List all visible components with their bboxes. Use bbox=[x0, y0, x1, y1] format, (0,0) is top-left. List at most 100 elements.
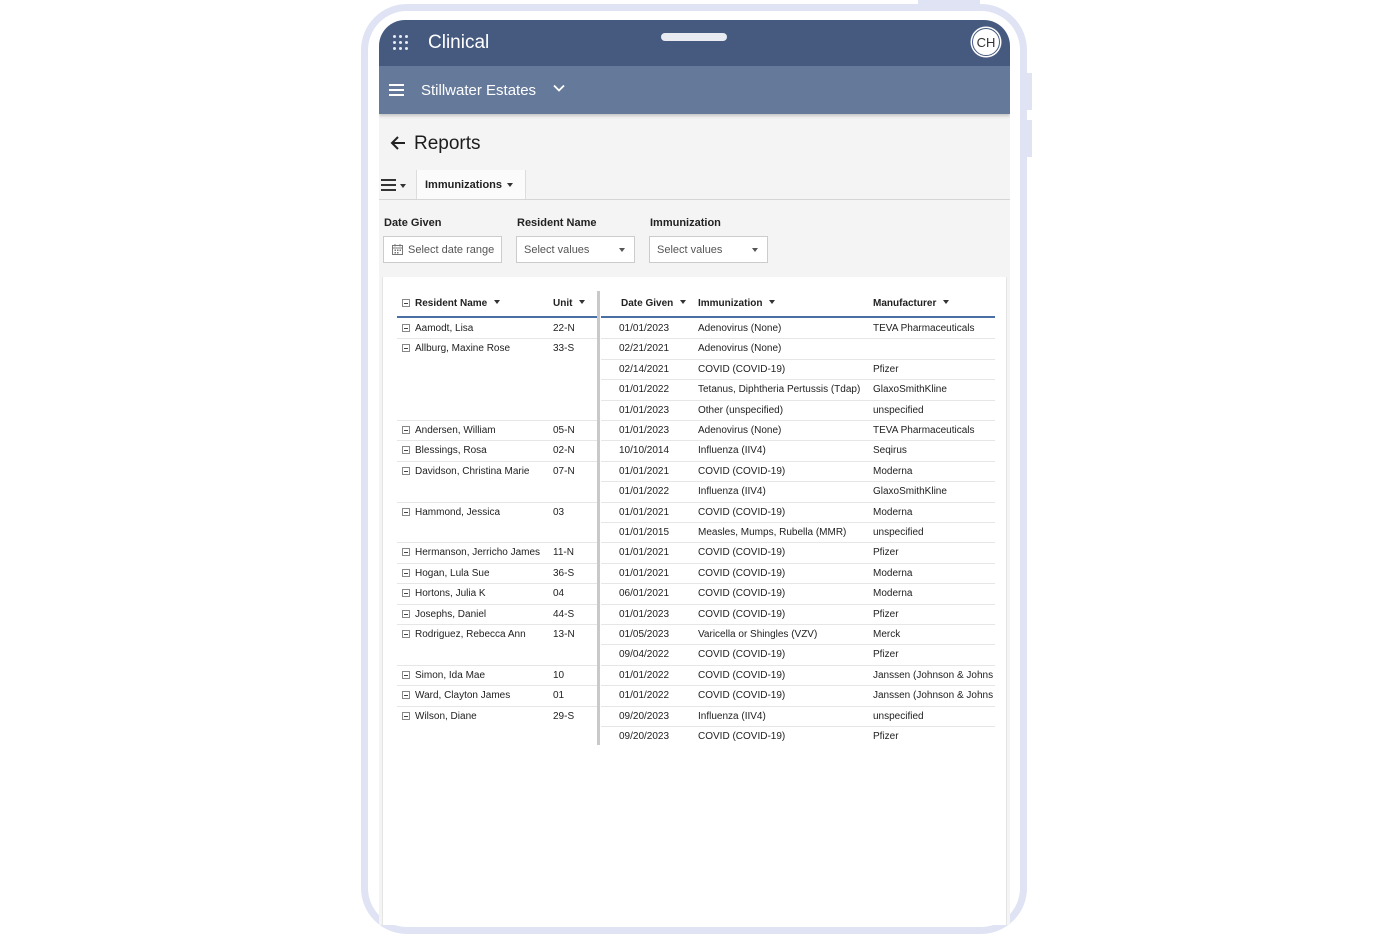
collapse-row-icon[interactable] bbox=[402, 324, 410, 332]
immunization-placeholder: Select values bbox=[657, 244, 723, 256]
cell-immunization: COVID (COVID-19) bbox=[698, 568, 786, 579]
facility-selector[interactable]: Stillwater Estates bbox=[421, 82, 536, 99]
cell-date-given: 01/01/2021 bbox=[619, 507, 670, 518]
cell-immunization: COVID (COVID-19) bbox=[698, 507, 786, 518]
caret-down-icon bbox=[752, 248, 758, 252]
cell-manufacturer: Moderna bbox=[873, 588, 913, 599]
collapse-row-icon[interactable] bbox=[402, 630, 410, 638]
cell-immunization: COVID (COVID-19) bbox=[698, 609, 786, 620]
cell-unit: 36-S bbox=[553, 568, 575, 579]
row-divider bbox=[601, 338, 995, 339]
cell-date-given: 01/01/2021 bbox=[619, 568, 670, 579]
report-menu-button[interactable] bbox=[379, 178, 409, 192]
cell-immunization: Measles, Mumps, Rubella (MMR) bbox=[698, 527, 847, 538]
cell-resident-name: Allburg, Maxine Rose bbox=[415, 343, 511, 354]
collapse-row-icon[interactable] bbox=[402, 589, 410, 597]
row-divider bbox=[601, 685, 995, 686]
collapse-row-icon[interactable] bbox=[402, 712, 410, 720]
collapse-row-icon[interactable] bbox=[402, 446, 410, 454]
collapse-row-icon[interactable] bbox=[402, 569, 410, 577]
cell-immunization: COVID (COVID-19) bbox=[698, 731, 786, 742]
collapse-row-icon[interactable] bbox=[402, 691, 410, 699]
header-underline-right bbox=[601, 316, 995, 318]
collapse-all-icon[interactable] bbox=[402, 299, 410, 307]
tablet-top-button bbox=[918, 0, 980, 4]
cell-resident-name: Ward, Clayton James bbox=[415, 690, 511, 701]
cell-immunization: COVID (COVID-19) bbox=[698, 690, 786, 701]
back-arrow-icon[interactable] bbox=[389, 134, 407, 152]
row-divider bbox=[601, 644, 995, 645]
group-divider bbox=[397, 706, 597, 707]
row-divider bbox=[601, 583, 995, 584]
cell-unit: 07-N bbox=[553, 466, 575, 477]
row-divider bbox=[601, 461, 995, 462]
cell-immunization: Adenovirus (None) bbox=[698, 323, 782, 334]
cell-manufacturer: unspecified bbox=[873, 527, 924, 538]
cell-date-given: 06/01/2021 bbox=[619, 588, 670, 599]
cell-resident-name: Blessings, Rosa bbox=[415, 445, 487, 456]
column-header-manufacturer[interactable]: Manufacturer bbox=[873, 298, 950, 309]
row-divider bbox=[601, 624, 995, 625]
cell-immunization: COVID (COVID-19) bbox=[698, 670, 786, 681]
group-divider bbox=[397, 624, 597, 625]
date-range-picker[interactable]: Select date range bbox=[383, 236, 502, 263]
row-divider bbox=[601, 359, 995, 360]
column-header-unit[interactable]: Unit bbox=[553, 298, 586, 309]
cell-unit: 11-N bbox=[553, 547, 574, 558]
chevron-down-icon[interactable] bbox=[552, 81, 566, 95]
sort-caret-icon bbox=[579, 300, 586, 304]
column-header-immunization[interactable]: Immunization bbox=[698, 298, 776, 309]
row-divider bbox=[601, 542, 995, 543]
cell-unit: 04 bbox=[553, 588, 565, 599]
row-divider bbox=[601, 481, 995, 482]
column-header-resident-name[interactable]: Resident Name bbox=[415, 298, 501, 309]
cell-date-given: 01/01/2023 bbox=[619, 609, 670, 620]
frozen-column-splitter[interactable] bbox=[597, 291, 600, 745]
cell-date-given: 01/01/2021 bbox=[619, 547, 670, 558]
column-header-date-given[interactable]: Date Given bbox=[621, 298, 687, 309]
cell-date-given: 01/01/2023 bbox=[619, 323, 670, 334]
menu-icon[interactable] bbox=[389, 84, 404, 96]
resident-name-select[interactable]: Select values bbox=[516, 236, 635, 263]
collapse-row-icon[interactable] bbox=[402, 671, 410, 679]
collapse-row-icon[interactable] bbox=[402, 467, 410, 475]
cell-date-given: 01/01/2022 bbox=[619, 384, 670, 395]
cell-manufacturer: unspecified bbox=[873, 405, 924, 416]
cell-immunization: Influenza (IIV4) bbox=[698, 445, 766, 456]
collapse-row-icon[interactable] bbox=[402, 426, 410, 434]
group-divider bbox=[397, 583, 597, 584]
cell-manufacturer: Janssen (Johnson & Johns bbox=[873, 690, 994, 701]
camera-notch bbox=[661, 33, 727, 41]
user-avatar[interactable]: CH bbox=[972, 28, 1000, 56]
filter-label-resident-name: Resident Name bbox=[517, 217, 597, 229]
cell-manufacturer: Pfizer bbox=[873, 547, 899, 558]
immunization-select[interactable]: Select values bbox=[649, 236, 768, 263]
collapse-row-icon[interactable] bbox=[402, 508, 410, 516]
row-divider bbox=[601, 440, 995, 441]
group-divider bbox=[397, 685, 597, 686]
row-divider bbox=[601, 726, 995, 727]
tab-immunizations[interactable]: Immunizations bbox=[416, 170, 526, 199]
cell-manufacturer: unspecified bbox=[873, 711, 924, 722]
cell-date-given: 09/20/2023 bbox=[619, 731, 670, 742]
facility-bar: Stillwater Estates bbox=[379, 66, 1010, 114]
cell-manufacturer: TEVA Pharmaceuticals bbox=[873, 323, 975, 334]
column-header-resident-name-label: Resident Name bbox=[415, 298, 488, 309]
cell-manufacturer: GlaxoSmithKline bbox=[873, 384, 947, 395]
filter-label-date-given: Date Given bbox=[384, 217, 442, 229]
cell-immunization: Tetanus, Diphtheria Pertussis (Tdap) bbox=[698, 384, 861, 395]
caret-down-icon bbox=[507, 183, 513, 187]
caret-down-icon bbox=[400, 184, 406, 188]
cell-date-given: 02/21/2021 bbox=[619, 343, 670, 354]
app-header: Clinical CH bbox=[379, 20, 1010, 66]
sort-caret-icon bbox=[494, 300, 501, 304]
app-launcher-icon[interactable] bbox=[393, 35, 410, 52]
cell-unit: 10 bbox=[553, 670, 565, 681]
cell-immunization: Other (unspecified) bbox=[698, 405, 784, 416]
collapse-row-icon[interactable] bbox=[402, 548, 410, 556]
collapse-row-icon[interactable] bbox=[402, 610, 410, 618]
collapse-row-icon[interactable] bbox=[402, 344, 410, 352]
sort-caret-icon bbox=[943, 300, 950, 304]
cell-immunization: Varicella or Shingles (VZV) bbox=[698, 629, 818, 640]
group-divider bbox=[397, 420, 597, 421]
